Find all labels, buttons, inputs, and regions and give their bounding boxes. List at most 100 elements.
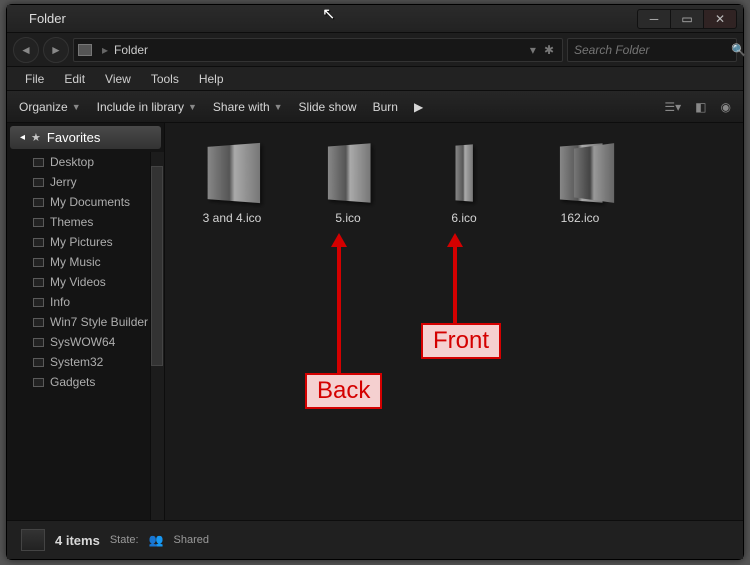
file-icon: [432, 141, 496, 205]
more-commands-icon[interactable]: ▶: [414, 100, 423, 114]
crumb-folder-label: Folder: [114, 43, 148, 57]
sidebar-item-label: Info: [50, 295, 70, 309]
search-icon: 🔍: [731, 43, 746, 57]
folder-icon: [33, 198, 44, 207]
burn-button[interactable]: Burn: [373, 100, 398, 114]
sidebar-item[interactable]: Info: [7, 292, 164, 312]
folder-icon: [33, 238, 44, 247]
search-input[interactable]: [574, 43, 731, 57]
close-button[interactable]: ✕: [703, 9, 737, 29]
menubar: File Edit View Tools Help: [7, 67, 743, 91]
help-icon[interactable]: ◉: [721, 100, 731, 114]
sidebar-item[interactable]: Themes: [7, 212, 164, 232]
annotation-label-front: Front: [421, 323, 501, 359]
explorer-window: Folder ─ ▭ ✕ ◄ ► ▸ Folder ▾ ✱ 🔍 File Edi…: [6, 4, 744, 560]
forward-icon: ►: [50, 43, 62, 57]
file-item[interactable]: 6.ico: [421, 141, 507, 225]
folder-icon: [33, 218, 44, 227]
scrollbar-thumb[interactable]: [151, 166, 163, 366]
file-item[interactable]: 162.ico: [537, 141, 623, 225]
slideshow-button[interactable]: Slide show: [299, 100, 357, 114]
back-button[interactable]: ◄: [13, 37, 39, 63]
address-bar: ◄ ► ▸ Folder ▾ ✱ 🔍: [7, 33, 743, 67]
titlebar: Folder ─ ▭ ✕: [7, 5, 743, 33]
menu-tools[interactable]: Tools: [141, 69, 189, 89]
preview-pane-icon[interactable]: ◧: [695, 100, 706, 114]
sidebar-item[interactable]: Win7 Style Builder: [7, 312, 164, 332]
sidebar-item-label: System32: [50, 355, 103, 369]
folder-icon: [33, 338, 44, 347]
organize-button[interactable]: Organize▼: [19, 100, 81, 114]
file-label: 3 and 4.ico: [203, 211, 262, 225]
sidebar-scrollbar[interactable]: [150, 152, 164, 520]
sidebar-item-label: Gadgets: [50, 375, 95, 389]
file-item[interactable]: 5.ico: [305, 141, 391, 225]
status-item-count: 4 items: [55, 533, 100, 548]
sidebar-item[interactable]: Jerry: [7, 172, 164, 192]
content-pane[interactable]: 3 and 4.ico5.ico6.ico162.ico Back Front: [165, 123, 743, 520]
chevron-down-icon: ▼: [72, 102, 81, 112]
close-icon: ✕: [715, 12, 725, 26]
shared-icon: 👥: [149, 533, 164, 547]
breadcrumb-tools: ▾ ✱: [530, 43, 558, 57]
sidebar-item-label: My Music: [50, 255, 101, 269]
favorites-header[interactable]: ◂ ★ Favorites: [10, 126, 161, 149]
annotation-arrow-back: [337, 243, 341, 373]
share-with-button[interactable]: Share with▼: [213, 100, 283, 114]
sidebar-item[interactable]: My Documents: [7, 192, 164, 212]
folder-icon: [33, 158, 44, 167]
sidebar-scroll-area: Desktop Jerry My Documents Themes My Picture…: [7, 152, 164, 520]
star-icon: ★: [31, 131, 41, 144]
folder-icon: [33, 298, 44, 307]
folder-icon: [33, 378, 44, 387]
dropdown-icon[interactable]: ▾: [530, 43, 536, 57]
file-icon: [548, 141, 612, 205]
maximize-button[interactable]: ▭: [670, 9, 704, 29]
folder-icon: [33, 358, 44, 367]
refresh-icon[interactable]: ✱: [544, 43, 554, 57]
sidebar-item[interactable]: Desktop: [7, 152, 164, 172]
forward-button[interactable]: ►: [43, 37, 69, 63]
menu-help[interactable]: Help: [189, 69, 234, 89]
file-label: 6.ico: [451, 211, 476, 225]
file-label: 162.ico: [561, 211, 600, 225]
status-folder-icon: [21, 529, 45, 551]
statusbar: 4 items State: 👥 Shared: [7, 521, 743, 559]
chevron-down-icon: ▼: [274, 102, 283, 112]
sidebar-item-label: My Documents: [50, 195, 130, 209]
file-item[interactable]: 3 and 4.ico: [189, 141, 275, 225]
breadcrumb[interactable]: ▸ Folder ▾ ✱: [73, 38, 563, 62]
sidebar-item[interactable]: My Videos: [7, 272, 164, 292]
menu-edit[interactable]: Edit: [54, 69, 95, 89]
sidebar-item[interactable]: System32: [7, 352, 164, 372]
file-label: 5.ico: [335, 211, 360, 225]
sidebar-item[interactable]: My Pictures: [7, 232, 164, 252]
minimize-icon: ─: [650, 12, 659, 26]
toolbar: Organize▼ Include in library▼ Share with…: [7, 91, 743, 123]
sidebar-item-label: Themes: [50, 215, 93, 229]
chevron-down-icon: ▼: [188, 102, 197, 112]
view-options-icon[interactable]: ☰▾: [664, 100, 681, 114]
folder-icon: [33, 278, 44, 287]
menu-file[interactable]: File: [15, 69, 54, 89]
sidebar-item-label: Jerry: [50, 175, 77, 189]
folder-icon: [33, 178, 44, 187]
sidebar-item[interactable]: SysWOW64: [7, 332, 164, 352]
chevron-right-icon: ▸: [102, 43, 108, 57]
sidebar-item-label: Win7 Style Builder: [50, 315, 148, 329]
body-area: ◂ ★ Favorites Desktop Jerry My Documents Th…: [7, 123, 743, 521]
favorites-label: Favorites: [47, 130, 100, 145]
file-icon: [316, 141, 380, 205]
status-state-value: Shared: [174, 534, 209, 546]
include-in-library-button[interactable]: Include in library▼: [97, 100, 197, 114]
search-box[interactable]: 🔍: [567, 38, 737, 62]
menu-view[interactable]: View: [95, 69, 141, 89]
sidebar-item-label: My Videos: [50, 275, 106, 289]
folder-icon: [33, 318, 44, 327]
minimize-button[interactable]: ─: [637, 9, 671, 29]
sidebar-item[interactable]: Gadgets: [7, 372, 164, 392]
sidebar-item[interactable]: My Music: [7, 252, 164, 272]
sidebar-item-label: Desktop: [50, 155, 94, 169]
status-state-label: State:: [110, 534, 139, 546]
sidebar-item-label: My Pictures: [50, 235, 113, 249]
